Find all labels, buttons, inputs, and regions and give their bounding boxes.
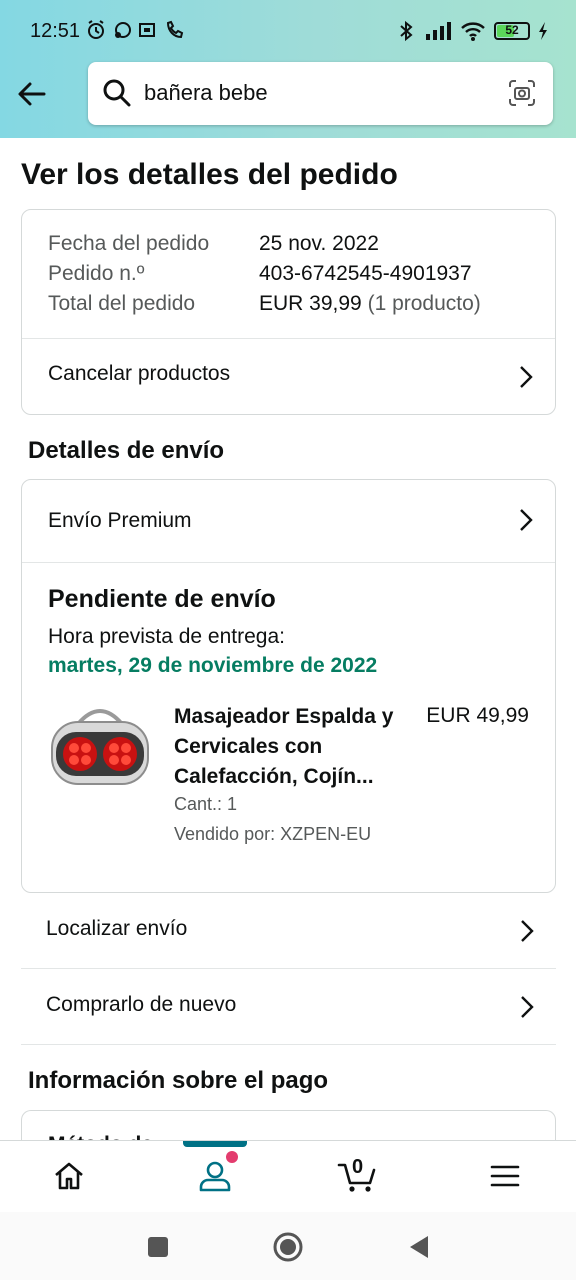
order-number-label: Pedido n.º [48, 262, 145, 285]
order-summary-card: Fecha del pedido 25 nov. 2022 Pedido n.º… [21, 209, 556, 415]
product-quantity: Cant.: 1 [174, 794, 238, 814]
status-time: 12:51 [30, 20, 81, 42]
menu-icon[interactable] [488, 1159, 522, 1193]
order-total-count: (1 producto) [367, 292, 481, 315]
order-total-value: EUR 39,99 (1 producto) [259, 292, 481, 316]
product-name[interactable]: Masajeador Espalda y Cervicales con Cale… [174, 702, 410, 792]
signal-icon [426, 22, 451, 40]
chevron-right-icon [520, 366, 533, 388]
chevron-right-icon [521, 996, 534, 1018]
arrow-left-icon[interactable] [14, 76, 50, 112]
divider [22, 562, 555, 563]
app-header: 12:51 52 bañera bebe [0, 0, 576, 138]
cancel-products-row[interactable]: Cancelar productos [22, 339, 555, 415]
eta-label: Hora prevista de entrega: [48, 625, 285, 648]
battery-level: 52 [505, 23, 519, 37]
shipping-section-title: Detalles de envío [28, 437, 225, 464]
status-bar: 12:51 52 [0, 0, 576, 62]
charging-icon [539, 22, 547, 40]
shipping-type-row[interactable]: Envío Premium [22, 480, 555, 562]
eta-date: martes, 29 de noviembre de 2022 [48, 654, 378, 677]
chevron-right-icon [521, 920, 534, 942]
notification-dot [226, 1151, 238, 1163]
sim-icon [139, 23, 155, 37]
track-package-row[interactable]: Localizar envío [21, 894, 556, 969]
alarm-icon [88, 20, 104, 39]
cart-count: 0 [352, 1156, 364, 1178]
battery-icon: 52 [494, 22, 530, 40]
nav-home[interactable] [38, 1141, 98, 1213]
order-total-label: Total del pedido [48, 292, 196, 315]
order-date-label: Fecha del pedido [48, 232, 210, 255]
order-total-amount: EUR 39,99 [259, 292, 362, 315]
product-image[interactable] [48, 702, 152, 792]
search-input[interactable]: bañera bebe [88, 62, 553, 125]
order-date-value: 25 nov. 2022 [259, 232, 379, 255]
call-icon [166, 20, 184, 39]
camera-scan-icon[interactable] [507, 78, 537, 108]
buy-again-row[interactable]: Comprarlo de nuevo [21, 970, 556, 1045]
bottom-nav [0, 1140, 576, 1212]
cancel-products-label[interactable]: Cancelar productos [48, 362, 230, 386]
search-icon[interactable] [102, 78, 132, 108]
payment-section-title: Información sobre el pago [28, 1067, 329, 1094]
recents-icon[interactable] [143, 1232, 173, 1262]
shipping-type-label[interactable]: Envío Premium [48, 509, 192, 533]
product-seller: Vendido por: XZPEN-EU [174, 824, 372, 844]
buy-again-label[interactable]: Comprarlo de nuevo [46, 993, 236, 1017]
chevron-right-icon [520, 509, 533, 531]
bluetooth-icon [400, 20, 413, 42]
status-right-icons: 52 [396, 20, 548, 42]
status-left-icons [86, 19, 184, 41]
system-nav-bar [0, 1212, 576, 1280]
back-system-icon[interactable] [404, 1232, 434, 1262]
shipment-status-title: Pendiente de envío [48, 585, 276, 613]
home-system-icon[interactable] [273, 1232, 303, 1262]
search-query[interactable]: bañera bebe [144, 80, 268, 106]
account-icon[interactable] [198, 1159, 232, 1193]
page-title: Ver los detalles del pedido [21, 158, 398, 191]
track-package-label[interactable]: Localizar envío [46, 917, 187, 941]
whatsapp-icon [115, 22, 131, 38]
product-price: EUR 49,99 [426, 704, 529, 727]
nav-menu[interactable] [474, 1141, 534, 1213]
order-number-value: 403-6742545-4901937 [259, 262, 472, 285]
shipping-card: Envío Premium Pendiente de envío Hora pr… [21, 479, 556, 893]
wifi-icon [461, 22, 485, 41]
home-icon[interactable] [52, 1159, 86, 1193]
